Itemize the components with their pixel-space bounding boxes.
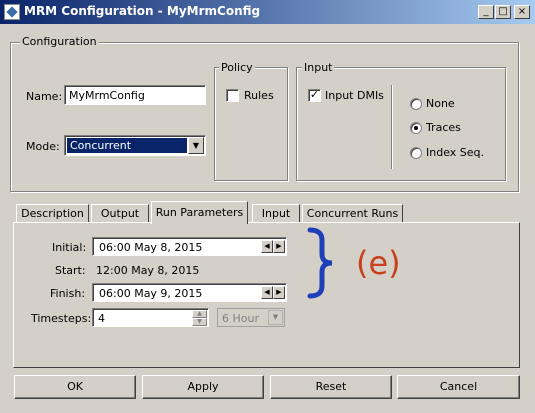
policy-group [214, 67, 288, 181]
interval-select[interactable]: 6 Hour ▼ [217, 308, 285, 327]
name-label: Name: [26, 90, 63, 103]
apply-button[interactable]: Apply [142, 375, 264, 399]
initial-field-value: 06:00 May 8, 2015 [99, 241, 203, 254]
input-dmis-checkbox[interactable]: ✓ [308, 89, 321, 102]
tab-output[interactable]: Output [91, 204, 149, 223]
reset-button[interactable]: Reset [270, 375, 392, 399]
finish-increment-button[interactable]: ▶ [273, 286, 285, 299]
input-group [296, 67, 506, 181]
initial-label: Initial: [52, 241, 87, 254]
initial-increment-button[interactable]: ▶ [273, 240, 285, 253]
rules-label[interactable]: Rules [244, 89, 274, 102]
cancel-button[interactable]: Cancel [397, 375, 520, 399]
tab-input[interactable]: Input [252, 204, 300, 223]
chevron-down-icon[interactable]: ▼ [268, 310, 283, 325]
chevron-down-icon[interactable]: ▼ [188, 137, 204, 154]
input-divider [391, 85, 392, 169]
window-title: MRM Configuration - MyMrmConfig [24, 4, 261, 18]
close-button[interactable]: × [514, 5, 530, 19]
mode-select-value: Concurrent [67, 138, 187, 153]
ok-button[interactable]: OK [14, 375, 136, 399]
rules-checkbox[interactable] [226, 89, 239, 102]
tab-run-parameters[interactable]: Run Parameters [151, 201, 248, 224]
annotation-label: (e) [356, 244, 401, 282]
finish-label: Finish: [50, 287, 86, 300]
timesteps-down-button[interactable]: ▼ [192, 318, 207, 326]
start-label: Start: [55, 264, 86, 277]
radio-index-seq-label[interactable]: Index Seq. [426, 146, 484, 159]
initial-decrement-button[interactable]: ◀ [261, 240, 273, 253]
finish-decrement-button[interactable]: ◀ [261, 286, 273, 299]
annotation-brace [306, 226, 336, 300]
finish-field[interactable]: 06:00 May 9, 2015 ◀ ▶ [92, 283, 287, 302]
tab-concurrent-runs[interactable]: Concurrent Runs [302, 204, 403, 223]
maximize-button[interactable]: □ [495, 5, 511, 19]
name-field-value: MyMrmConfig [69, 89, 145, 102]
radio-none-label[interactable]: None [426, 97, 455, 110]
mode-label: Mode: [26, 140, 60, 153]
minimize-button[interactable]: _ [478, 5, 494, 19]
configuration-legend: Configuration [20, 35, 99, 48]
timesteps-value: 4 [98, 312, 105, 325]
app-icon [4, 4, 20, 20]
interval-select-value: 6 Hour [222, 312, 259, 325]
mode-select[interactable]: Concurrent ▼ [64, 135, 206, 156]
timesteps-label: Timesteps: [31, 312, 92, 325]
radio-none[interactable] [410, 98, 422, 110]
name-field[interactable]: MyMrmConfig [64, 85, 206, 105]
policy-legend: Policy [219, 61, 255, 74]
radio-traces-label[interactable]: Traces [426, 121, 461, 134]
start-value: 12:00 May 8, 2015 [96, 264, 200, 277]
input-legend: Input [302, 61, 335, 74]
brace-icon [307, 227, 333, 299]
timesteps-up-button[interactable]: ▲ [192, 310, 207, 318]
radio-index-seq[interactable] [410, 147, 422, 159]
initial-field[interactable]: 06:00 May 8, 2015 ◀ ▶ [92, 237, 287, 256]
timesteps-stepper[interactable]: 4 ▲ ▼ [92, 308, 209, 327]
finish-field-value: 06:00 May 9, 2015 [99, 287, 203, 300]
input-dmis-label[interactable]: Input DMIs [325, 89, 384, 102]
radio-traces[interactable] [410, 122, 422, 134]
tab-description[interactable]: Description [16, 204, 89, 223]
